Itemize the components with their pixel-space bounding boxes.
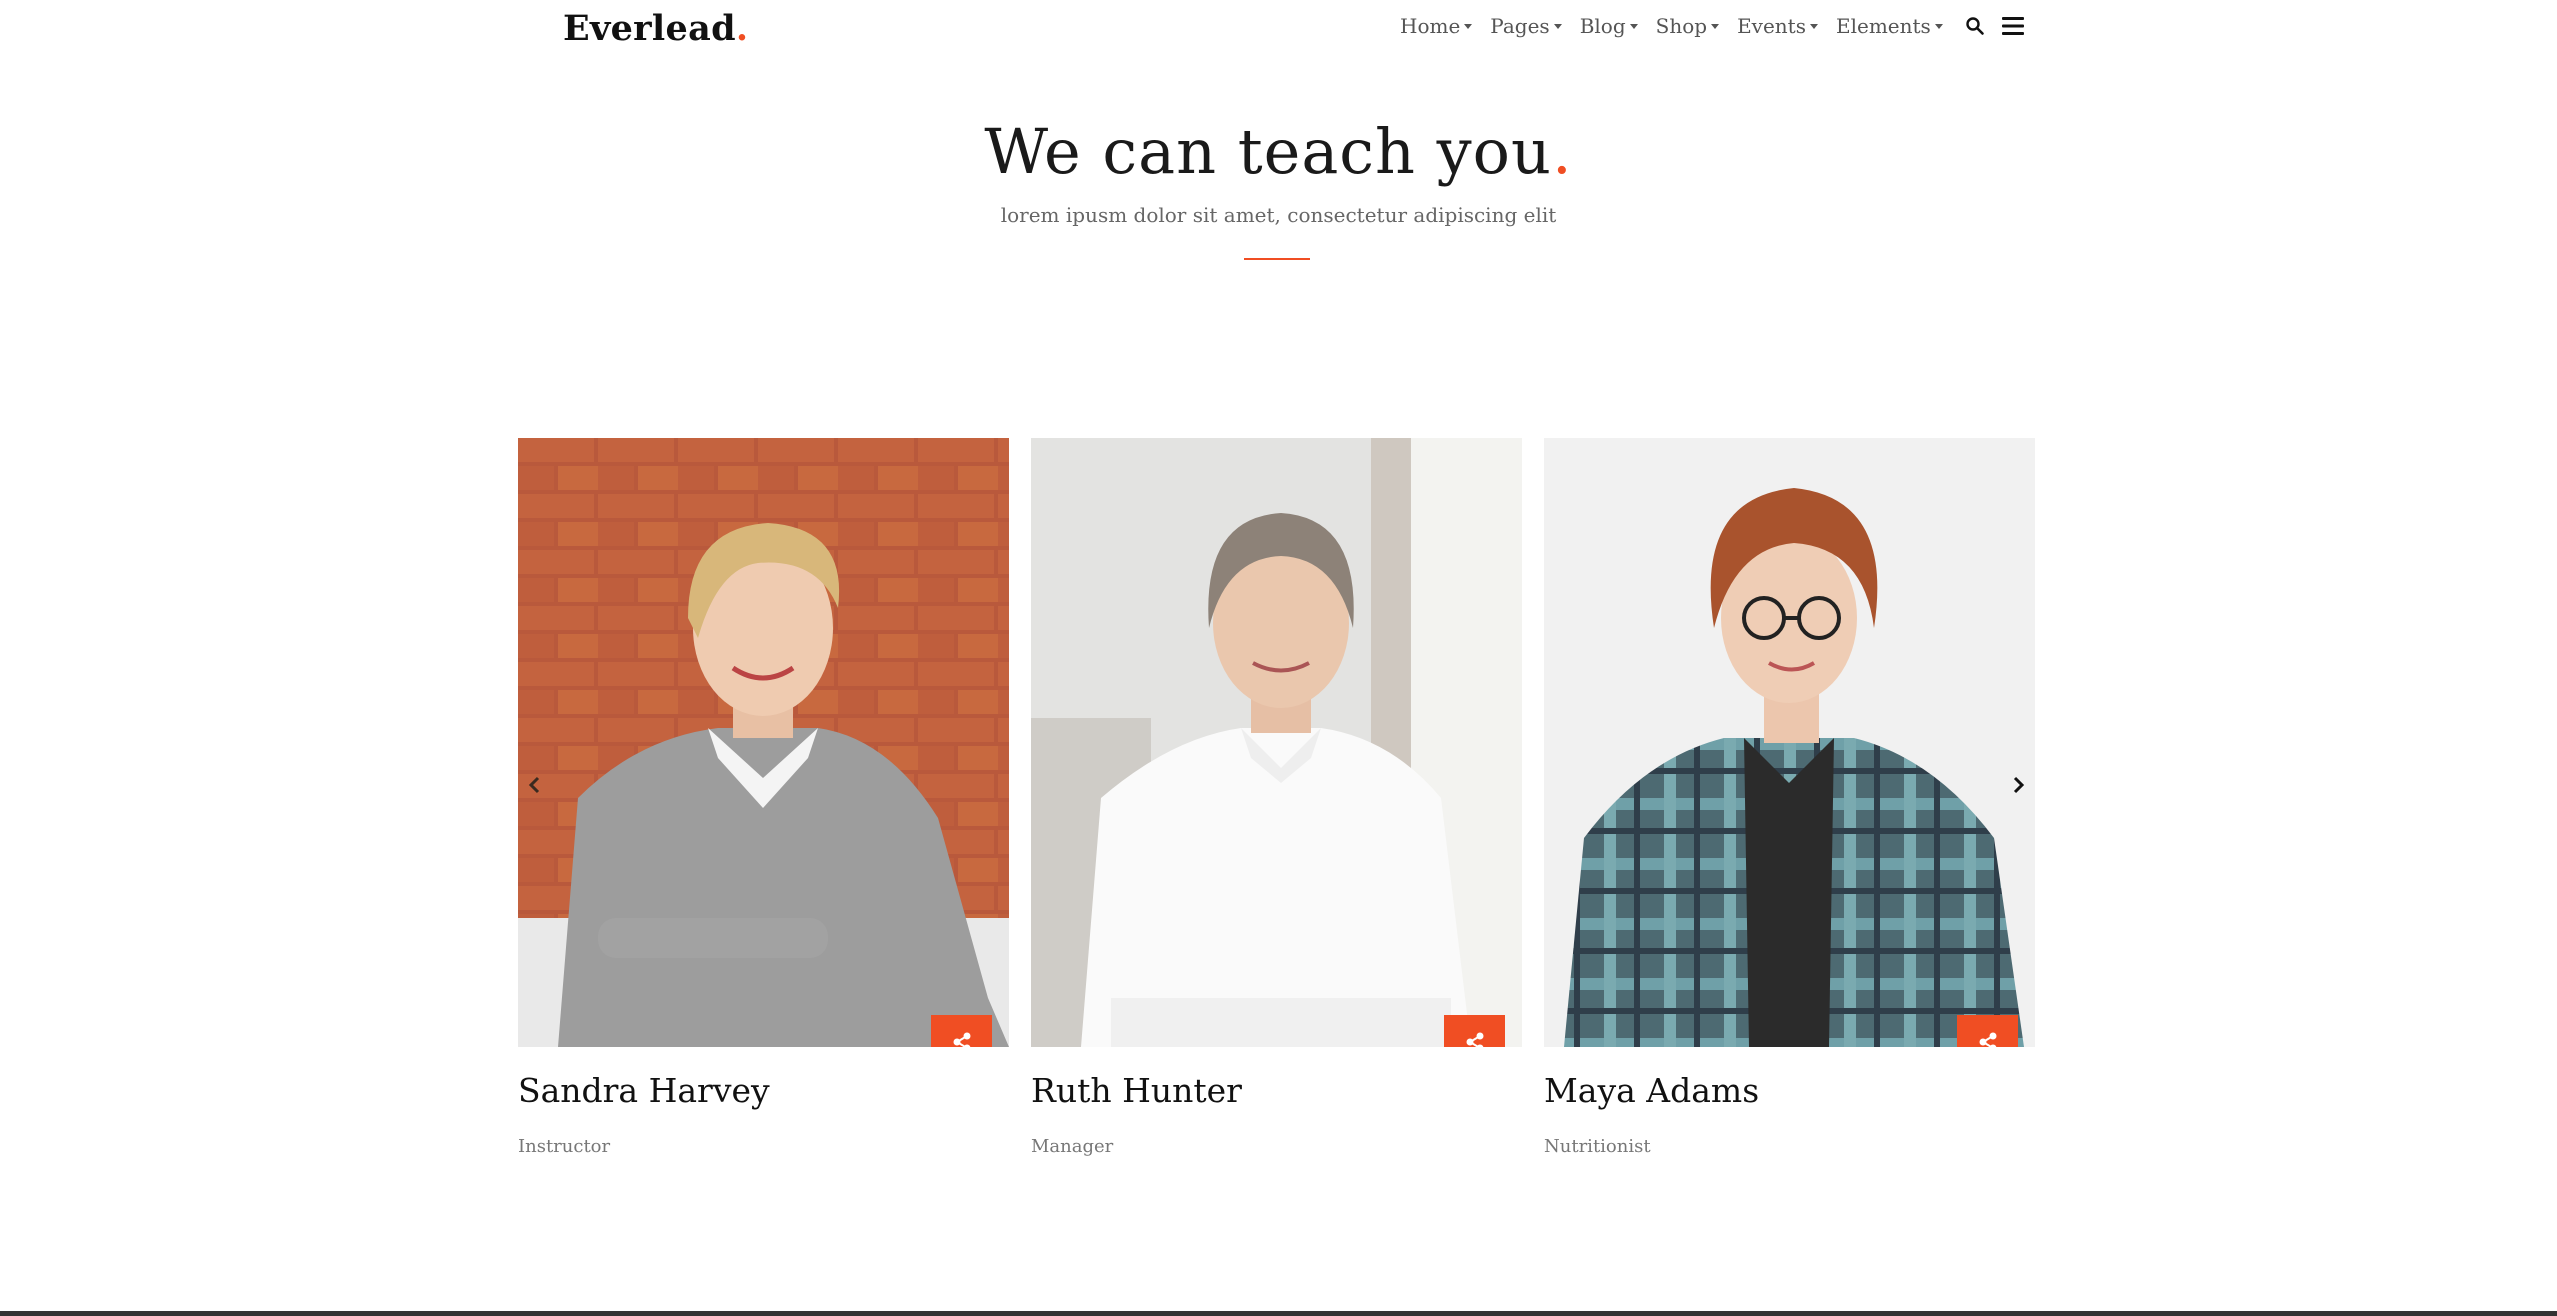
- section-title-text: We can teach you: [984, 115, 1552, 188]
- nav-item-events[interactable]: Events: [1737, 14, 1818, 38]
- nav-item-home[interactable]: Home: [1400, 14, 1473, 38]
- nav-item-blog[interactable]: Blog: [1580, 14, 1638, 38]
- main-nav: Home Pages Blog Shop Events Elements: [1400, 14, 2025, 38]
- team-card: Ruth Hunter Manager: [1031, 438, 1522, 1157]
- caret-down-icon: [1809, 23, 1818, 29]
- section-divider: [1244, 258, 1310, 260]
- nav-item-label: Shop: [1655, 14, 1708, 38]
- carousel-prev-button[interactable]: [520, 770, 550, 800]
- chevron-left-icon: [528, 776, 540, 794]
- brand-dot: .: [735, 8, 749, 49]
- share-icon: [1979, 1032, 1996, 1047]
- section-subtitle: lorem ipusm dolor sit amet, consectetur …: [1000, 203, 1557, 227]
- caret-down-icon: [1711, 23, 1720, 29]
- section-title: We can teach you.: [0, 115, 2557, 188]
- share-button[interactable]: [1957, 1015, 2018, 1047]
- nav-item-shop[interactable]: Shop: [1655, 14, 1720, 38]
- team-card: Maya Adams Nutritionist: [1544, 438, 2035, 1157]
- carousel-next-button[interactable]: [2003, 770, 2033, 800]
- nav-item-pages[interactable]: Pages: [1490, 14, 1562, 38]
- share-button[interactable]: [931, 1015, 992, 1047]
- team-member-role: Instructor: [518, 1136, 611, 1157]
- share-button[interactable]: [1444, 1015, 1505, 1047]
- caret-down-icon: [1934, 23, 1943, 29]
- nav-item-elements[interactable]: Elements: [1836, 14, 1943, 38]
- nav-item-label: Elements: [1835, 14, 1931, 38]
- team-card: Sandra Harvey Instructor: [518, 438, 1009, 1157]
- brand-logo[interactable]: Everlead.: [563, 8, 748, 49]
- hamburger-menu-icon[interactable]: [2001, 15, 2025, 37]
- share-icon: [1466, 1032, 1483, 1047]
- caret-down-icon: [1629, 23, 1638, 29]
- team-member-role: Nutritionist: [1544, 1136, 1651, 1157]
- team-member-photo: [1544, 438, 2035, 1047]
- section-title-dot: .: [1551, 115, 1573, 188]
- chevron-right-icon: [2013, 776, 2025, 794]
- nav-item-label: Pages: [1490, 14, 1550, 38]
- caret-down-icon: [1464, 23, 1473, 29]
- team-member-photo: [518, 438, 1009, 1047]
- nav-item-label: Events: [1737, 14, 1806, 38]
- team-member-role: Manager: [1031, 1136, 1114, 1157]
- team-member-name[interactable]: Sandra Harvey: [518, 1071, 770, 1110]
- page-bottom-border: [0, 1311, 2557, 1316]
- search-icon[interactable]: [1965, 16, 1985, 36]
- team-member-name[interactable]: Maya Adams: [1544, 1071, 1759, 1110]
- team-member-photo: [1031, 438, 1522, 1047]
- nav-item-label: Blog: [1579, 14, 1626, 38]
- team-member-name[interactable]: Ruth Hunter: [1031, 1071, 1242, 1110]
- brand-name: Everlead: [563, 8, 736, 49]
- caret-down-icon: [1553, 23, 1562, 29]
- nav-item-label: Home: [1400, 14, 1461, 38]
- share-icon: [953, 1032, 970, 1047]
